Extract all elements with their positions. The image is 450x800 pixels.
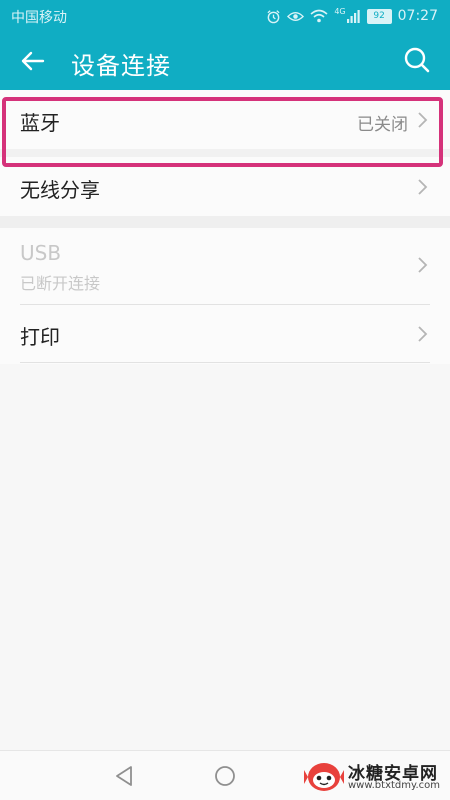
wireless-share-title: 无线分享 [20,178,100,202]
usb-row: USB 已断开连接 [0,228,450,304]
home-circle-icon[interactable] [212,763,238,789]
eye-icon [287,11,305,21]
alarm-icon [267,9,280,23]
usb-status: 已断开连接 [20,274,101,293]
app-bar: 设备连接 [0,32,450,90]
wifi-icon [310,9,328,23]
section-gap [0,216,450,228]
back-button[interactable] [16,45,48,77]
battery-icon: 92 [366,8,392,24]
network-type-label: 4G [334,6,346,16]
back-triangle-icon[interactable] [112,763,138,789]
connection-group-2: USB 已断开连接 打印 [0,228,450,364]
search-button[interactable] [402,45,432,75]
watermark-url: www.btxtdmy.com [348,780,441,791]
print-row[interactable]: 打印 [0,305,450,363]
print-title: 打印 [20,325,60,349]
bluetooth-highlight-box [2,97,443,167]
chevron-right-icon [418,179,428,195]
candy-logo-icon [304,763,344,791]
divider [20,362,430,363]
status-icons: 4G 92 07:27 [266,6,438,26]
signal-icon [346,10,360,23]
search-icon [404,47,430,73]
arrow-left-icon [21,51,45,71]
chevron-right-icon [418,257,428,273]
usb-title: USB [20,241,62,265]
status-bar: 中国移动 4G 92 07:27 [0,0,450,32]
chevron-right-icon [418,326,428,342]
clock: 07:27 [397,8,438,24]
screen: 中国移动 4G 92 07:27 设备连接 蓝牙 已关闭 无线分享 USB 已断… [0,0,450,800]
carrier-label: 中国移动 [11,10,67,26]
watermark: 冰糖安卓网 www.btxtdmy.com [304,758,444,796]
page-title: 设备连接 [71,52,171,80]
